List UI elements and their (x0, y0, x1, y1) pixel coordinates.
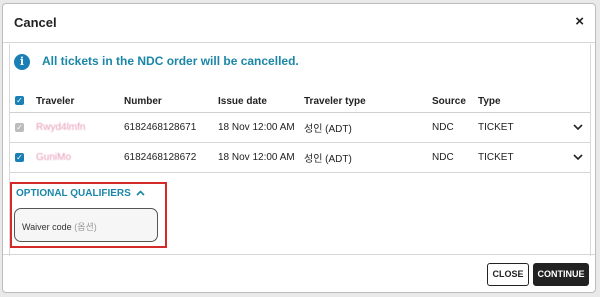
column-header-traveler: Traveler (36, 90, 124, 113)
chevron-down-icon (573, 154, 583, 161)
optional-qualifiers-section: OPTIONAL QUALIFIERS Waiver code (옵션) (10, 182, 167, 248)
optional-qualifiers-toggle[interactable]: OPTIONAL QUALIFIERS (16, 188, 145, 199)
continue-button[interactable]: CONTINUE (533, 263, 589, 286)
ticket-number: 6182468128671 (124, 112, 218, 143)
table-row: ✓ Rwyd4lmfn 6182468128671 18 Nov 12:00 A… (10, 112, 590, 143)
chevron-up-icon (136, 190, 145, 196)
source: NDC (432, 142, 478, 173)
ticket-type: TICKET (478, 142, 566, 173)
dialog-footer: CLOSE CONTINUE (3, 254, 595, 292)
dialog-header: Cancel × (3, 4, 595, 43)
info-icon: i (14, 54, 30, 70)
source: NDC (432, 112, 478, 143)
chevron-down-icon (573, 124, 583, 131)
column-header-type: Type (478, 90, 566, 113)
dialog-content: i All tickets in the NDC order will be c… (9, 44, 591, 256)
close-icon[interactable]: × (575, 13, 584, 30)
expand-row-button[interactable] (566, 142, 590, 173)
cancel-dialog: Cancel × i All tickets in the NDC order … (2, 3, 596, 293)
column-header-expand (566, 90, 590, 113)
row-checkbox[interactable]: ✓ (15, 152, 24, 162)
waiver-code-optional-hint: (옵션) (74, 222, 97, 232)
column-header-source: Source (432, 90, 478, 113)
table-header-row: ✓ Traveler Number Issue date Traveler ty… (10, 90, 590, 113)
ticket-number: 6182468128672 (124, 142, 218, 173)
dialog-title: Cancel (14, 15, 57, 30)
column-header-traveler-type: Traveler type (304, 90, 432, 113)
column-header-issue-date: Issue date (218, 90, 304, 113)
select-all-cell: ✓ (10, 90, 36, 113)
row-checkbox-cell: ✓ (10, 112, 36, 143)
waiver-code-input[interactable]: Waiver code (옵션) (14, 208, 158, 242)
table-row: ✓ GuniMo 6182468128672 18 Nov 12:00 AM 성… (10, 142, 590, 173)
row-checkbox-cell: ✓ (10, 142, 36, 173)
waiver-code-label: Waiver code (옵션) (22, 220, 97, 233)
traveler-type: 성인 (ADT) (304, 112, 432, 143)
ticket-type: TICKET (478, 112, 566, 143)
issue-date: 18 Nov 12:00 AM (218, 112, 304, 143)
select-all-checkbox[interactable]: ✓ (15, 96, 24, 106)
optional-qualifiers-heading: OPTIONAL QUALIFIERS (16, 188, 131, 199)
row-checkbox: ✓ (15, 122, 24, 132)
tickets-table: ✓ Traveler Number Issue date Traveler ty… (10, 90, 590, 173)
traveler-name: Rwyd4lmfn (36, 112, 124, 143)
traveler-type: 성인 (ADT) (304, 142, 432, 173)
traveler-name: GuniMo (36, 142, 124, 173)
waiver-code-label-text: Waiver code (22, 222, 72, 232)
column-header-number: Number (124, 90, 218, 113)
close-button[interactable]: CLOSE (487, 263, 529, 286)
info-message: All tickets in the NDC order will be can… (42, 54, 299, 68)
expand-row-button[interactable] (566, 112, 590, 143)
issue-date: 18 Nov 12:00 AM (218, 142, 304, 173)
